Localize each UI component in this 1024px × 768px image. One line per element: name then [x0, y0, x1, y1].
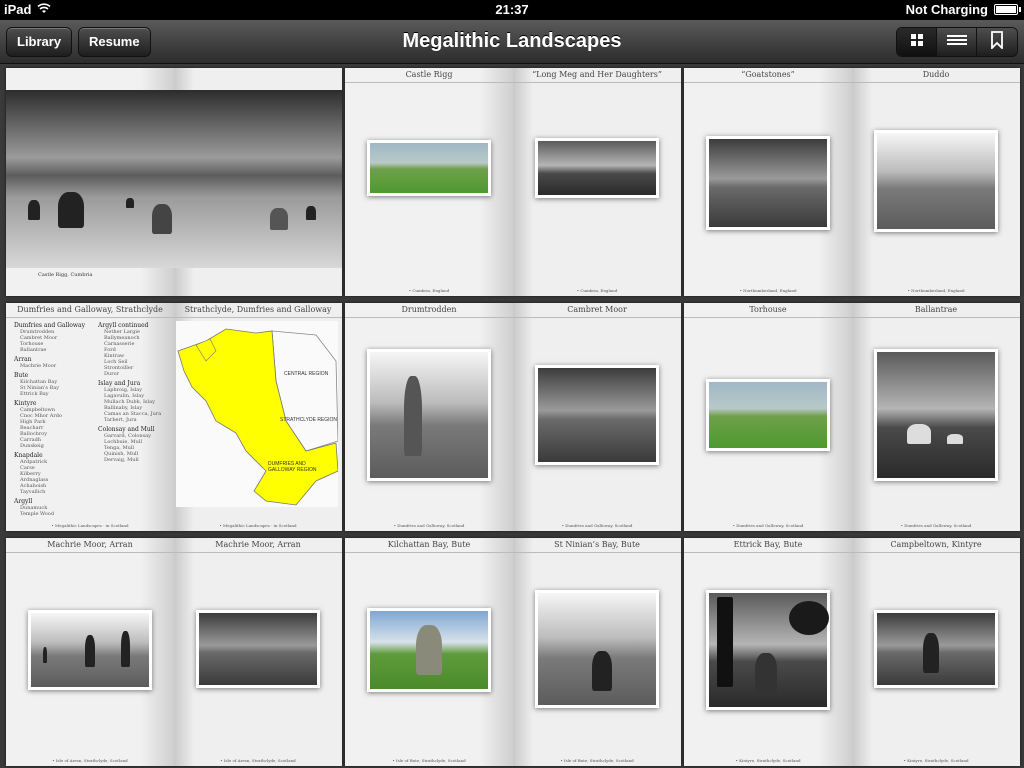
photo: [874, 349, 998, 481]
photo: [874, 610, 998, 688]
page-footer: • Isle of Bute, Strathclyde, Scotland: [392, 758, 466, 763]
photo: [535, 365, 659, 465]
page-title: Kilchattan Bay, Bute: [345, 538, 513, 553]
spread-thumbnail[interactable]: Ettrick Bay, Bute Campbeltown, Kintyre •…: [684, 538, 1020, 766]
page-footer: • Cumbria, England: [408, 288, 450, 293]
photo: [196, 610, 320, 688]
grid-view-button[interactable]: [897, 28, 937, 56]
photo: [28, 610, 152, 690]
index-item[interactable]: Duror: [98, 371, 172, 377]
index-item[interactable]: Ballantrae: [14, 347, 94, 353]
spread-thumbnail[interactable]: Dumfries and Galloway, Strathclyde Dumfr…: [6, 303, 342, 531]
list-view-button[interactable]: [937, 28, 977, 56]
index-column: Dumfries and Galloway Drumtrodden Cambre…: [14, 319, 94, 518]
page-footer: • Megalithic Landscapes · in Scotland: [219, 523, 297, 528]
spread-thumbnail[interactable]: Castle Rigg “Long Meg and Her Daughters”…: [345, 68, 681, 296]
grid-icon: [910, 33, 924, 52]
page-title: Machrie Moor, Arran: [174, 538, 342, 553]
view-mode-control: [896, 27, 1018, 57]
map-label: STRATHCLYDE REGION: [280, 417, 338, 423]
page-footer: • Megalithic Landscapes · in Scotland: [51, 523, 129, 528]
index-item[interactable]: Dervaig, Mull: [98, 457, 172, 463]
status-bar: iPad 21:37 Not Charging: [0, 0, 1024, 20]
page-footer: • Northumberland, England: [739, 288, 797, 293]
page-title: Duddo: [852, 68, 1020, 83]
spread-thumbnail[interactable]: Machrie Moor, Arran Machrie Moor, Arran …: [6, 538, 342, 766]
photo: [367, 608, 491, 692]
photo-caption: Castle Rigg, Cumbria: [38, 272, 93, 278]
page-title: St Ninian’s Bay, Bute: [513, 538, 681, 553]
page-footer: • Northumberland, England: [907, 288, 965, 293]
page-title: “Goatstones”: [684, 68, 852, 83]
photo: [874, 130, 998, 232]
photo: [367, 349, 491, 481]
map-label: DUMFRIES AND GALLOWAY REGION: [268, 461, 317, 473]
page-footer: • Isle of Bute, Strathclyde, Scotland: [560, 758, 634, 763]
index-item[interactable]: Tarbert, Jura: [98, 417, 172, 423]
photo: [535, 138, 659, 198]
page-title: Dumfries and Galloway, Strathclyde: [6, 303, 174, 318]
page-title: “Long Meg and Her Daughters”: [513, 68, 681, 83]
index-item[interactable]: Ettrick Bay: [14, 391, 94, 397]
photo: [367, 140, 491, 196]
page-footer: • Isle of Arran, Strathclyde, Scotland: [52, 758, 128, 763]
page-footer: • Dumfries and Galloway, Scotland: [900, 523, 972, 528]
page-title: Drumtrodden: [345, 303, 513, 318]
spread-thumbnail[interactable]: Drumtrodden Cambret Moor • Dumfries and …: [345, 303, 681, 531]
page-footer: • Kintyre, Strathclyde, Scotland: [735, 758, 801, 763]
index-item[interactable]: Temple Wood: [14, 511, 94, 517]
photo: [706, 379, 830, 451]
bookmarks-button[interactable]: [977, 28, 1017, 56]
page-footer: • Cumbria, England: [576, 288, 618, 293]
page-footer: • Dumfries and Galloway, Scotland: [732, 523, 804, 528]
page-title: Torhouse: [684, 303, 852, 318]
photo: [706, 590, 830, 710]
bookmark-icon: [991, 30, 1003, 54]
region-map: CENTRAL REGION STRATHCLYDE REGION DUMFRI…: [176, 321, 339, 507]
page-title: Cambret Moor: [513, 303, 681, 318]
page-title: Strathclyde, Dumfries and Galloway: [174, 303, 342, 318]
page-footer: • Isle of Arran, Strathclyde, Scotland: [220, 758, 296, 763]
toolbar: Library Resume Megalithic Landscapes: [0, 20, 1024, 64]
photo: [535, 590, 659, 708]
page-title: Campbeltown, Kintyre: [852, 538, 1020, 553]
spread-thumbnail[interactable]: Castle Rigg, Cumbria: [6, 68, 342, 296]
page-footer: • Dumfries and Galloway, Scotland: [561, 523, 633, 528]
page-title: Machrie Moor, Arran: [6, 538, 174, 553]
page-thumbnail-grid: Castle Rigg, Cumbria Castle Rigg “Long M…: [0, 64, 1024, 768]
book-title: Megalithic Landscapes: [402, 30, 622, 52]
spread-thumbnail[interactable]: “Goatstones” Duddo • Northumberland, Eng…: [684, 68, 1020, 296]
clock: 21:37: [495, 2, 529, 17]
index-item[interactable]: Machrie Moor: [14, 363, 94, 369]
spread-thumbnail[interactable]: Torhouse Ballantrae • Dumfries and Gallo…: [684, 303, 1020, 531]
page-title: Ettrick Bay, Bute: [684, 538, 852, 553]
battery-status-text: Not Charging: [905, 2, 988, 17]
photo: [706, 136, 830, 230]
photo: [6, 90, 342, 268]
battery-icon: [994, 4, 1021, 15]
spread-thumbnail[interactable]: Kilchattan Bay, Bute St Ninian’s Bay, Bu…: [345, 538, 681, 766]
page-footer: • Kintyre, Strathclyde, Scotland: [903, 758, 969, 763]
page-title: Castle Rigg: [345, 68, 513, 83]
map-label: CENTRAL REGION: [284, 371, 329, 377]
page-footer: • Dumfries and Galloway, Scotland: [393, 523, 465, 528]
index-item[interactable]: Tayvallich: [14, 489, 94, 495]
index-item[interactable]: Dunskeig: [14, 443, 94, 449]
index-column: Argyll continued Nether Largie Ballymean…: [98, 319, 172, 464]
page-title: Ballantrae: [852, 303, 1020, 318]
list-icon: [946, 33, 967, 52]
